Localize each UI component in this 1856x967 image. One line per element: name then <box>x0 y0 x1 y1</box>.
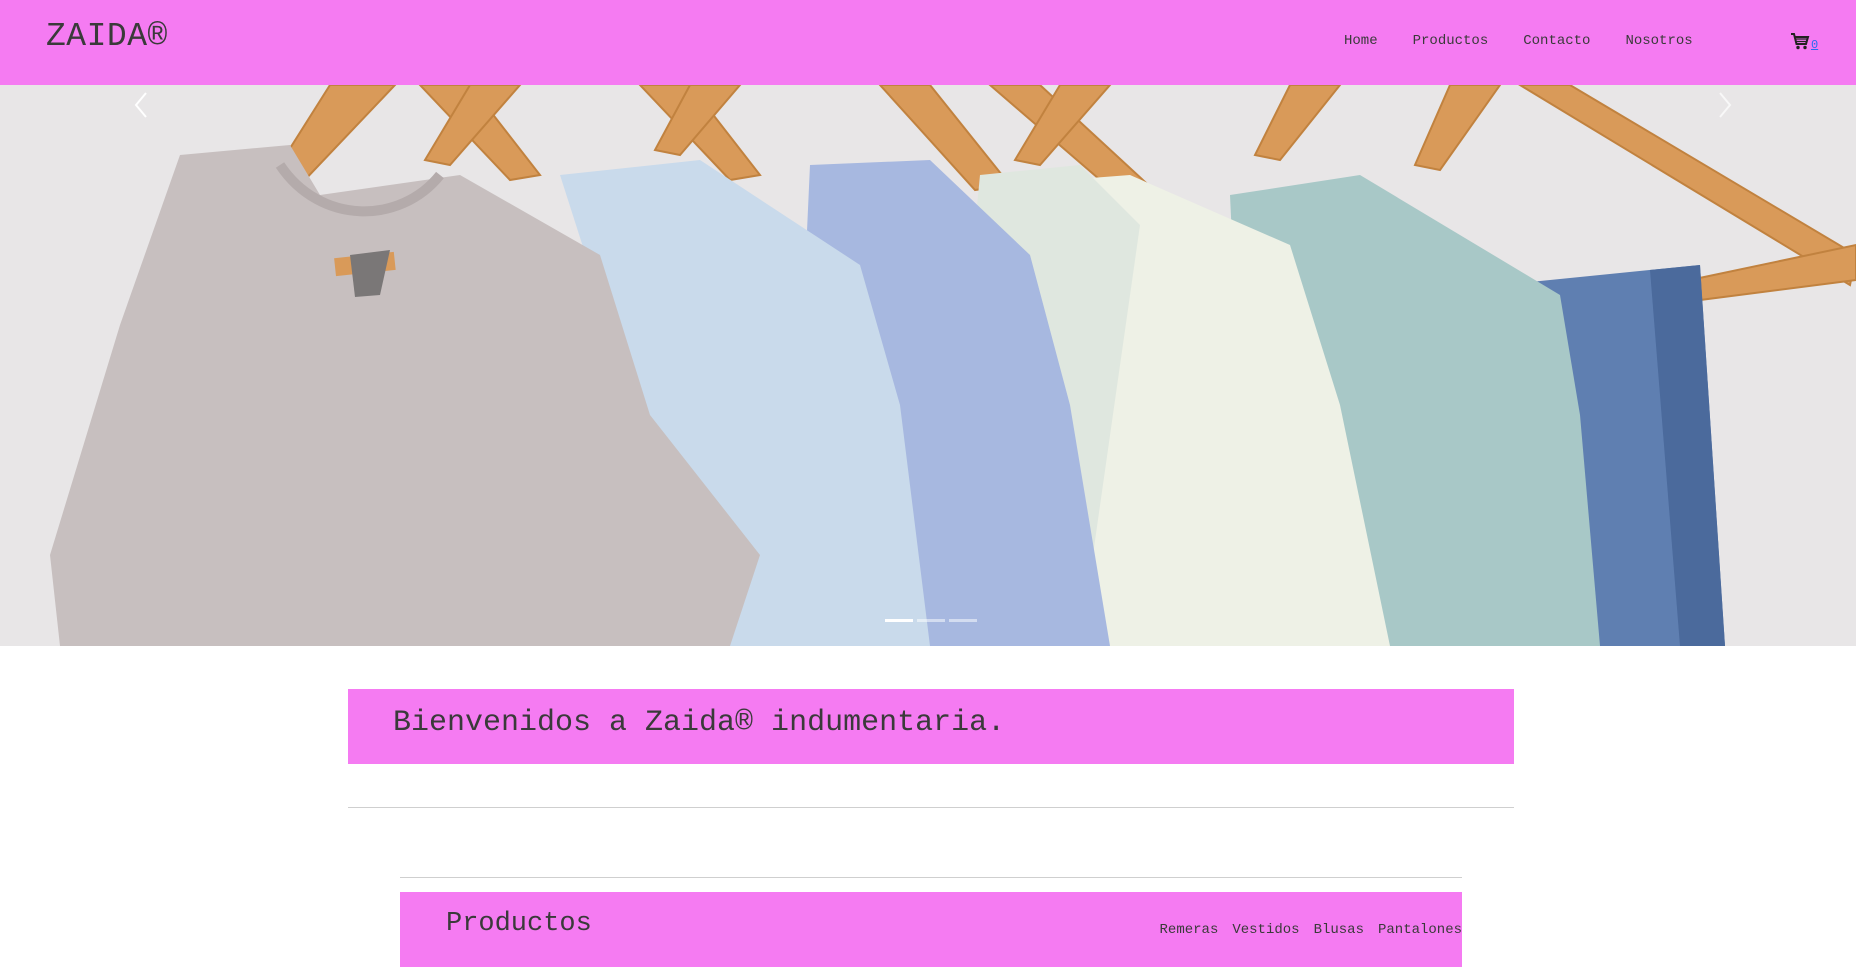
brand-logo[interactable]: ZAIDA® <box>46 18 168 55</box>
chevron-left-icon[interactable] <box>126 85 156 125</box>
divider <box>348 807 1514 808</box>
carousel-indicator-1[interactable] <box>885 619 913 622</box>
divider <box>400 877 1462 878</box>
nav-link-nosotros[interactable]: Nosotros <box>1625 33 1692 49</box>
hanging-tshirts-photo <box>0 85 1856 646</box>
category-link-remeras[interactable]: Remeras <box>1160 922 1219 938</box>
products-title: Productos <box>446 909 592 939</box>
category-links: Remeras Vestidos Blusas Pantalones <box>1146 922 1462 938</box>
nav-link-productos[interactable]: Productos <box>1413 33 1489 49</box>
cart-icon <box>1791 33 1810 50</box>
welcome-banner: Bienvenidos a Zaida® indumentaria. <box>348 689 1514 764</box>
category-link-blusas[interactable]: Blusas <box>1314 922 1364 938</box>
nav-link-home[interactable]: Home <box>1344 33 1378 49</box>
carousel-indicators <box>885 619 981 622</box>
carousel-indicator-3[interactable] <box>949 619 977 622</box>
navbar: ZAIDA® Home Productos Contacto Nosotros … <box>0 0 1856 85</box>
welcome-title: Bienvenidos a Zaida® indumentaria. <box>393 706 1006 740</box>
category-link-vestidos[interactable]: Vestidos <box>1232 922 1299 938</box>
cart-button[interactable]: 0 <box>1790 32 1818 52</box>
chevron-right-icon[interactable] <box>1710 85 1740 125</box>
category-link-pantalones[interactable]: Pantalones <box>1378 922 1462 938</box>
hero-carousel <box>0 85 1856 646</box>
cart-count[interactable]: 0 <box>1811 38 1818 52</box>
nav-link-contacto[interactable]: Contacto <box>1523 33 1590 49</box>
nav-links: Home Productos Contacto Nosotros <box>1344 33 1728 49</box>
carousel-indicator-2[interactable] <box>917 619 945 622</box>
products-header: Productos Remeras Vestidos Blusas Pantal… <box>400 892 1462 967</box>
